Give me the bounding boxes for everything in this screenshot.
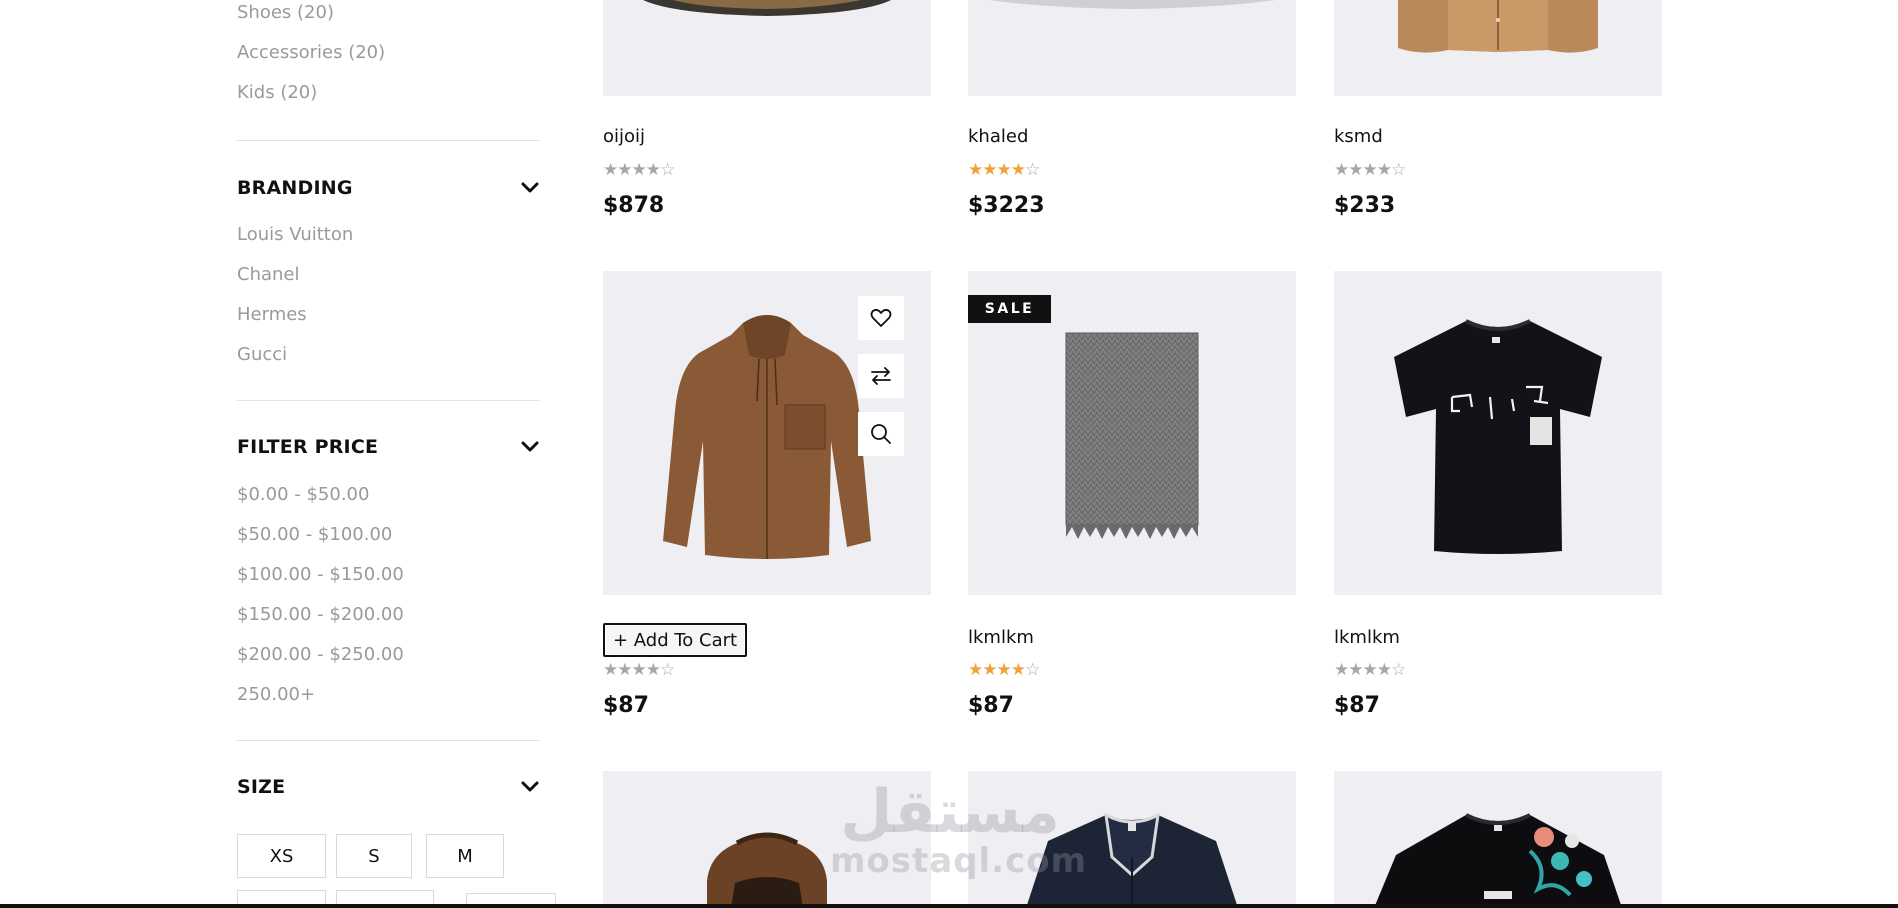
size-s-button[interactable]: S	[336, 834, 412, 878]
category-accessories[interactable]: Accessories (20)	[237, 42, 385, 63]
product-price: $3223	[968, 193, 1045, 218]
product-name[interactable]: oijoij	[603, 126, 645, 147]
floral-tshirt-image	[1374, 813, 1622, 908]
navy-polo-image	[1026, 812, 1238, 908]
rating-stars: ★★★★☆	[1334, 160, 1406, 180]
chevron-down-icon	[521, 182, 539, 193]
size-xs-button[interactable]: XS	[237, 834, 326, 878]
chevron-down-icon	[521, 781, 539, 792]
product-image[interactable]	[603, 771, 931, 908]
product-price: $87	[603, 693, 649, 718]
quick-view-button[interactable]	[858, 412, 904, 456]
brand-chanel[interactable]: Chanel	[237, 264, 300, 285]
category-shoes[interactable]: Shoes (20)	[237, 2, 334, 23]
chevron-down-icon	[521, 441, 539, 452]
bottom-border	[0, 904, 1898, 908]
compare-icon	[871, 367, 891, 385]
tan-jacket-image	[1398, 0, 1598, 53]
price-range-option[interactable]: $50.00 - $100.00	[237, 524, 392, 545]
product-image[interactable]	[968, 771, 1296, 908]
price-range-option[interactable]: $200.00 - $250.00	[237, 644, 404, 665]
brand-louis-vuitton[interactable]: Louis Vuitton	[237, 224, 353, 245]
brown-backpack-image	[707, 832, 827, 908]
brand-gucci[interactable]: Gucci	[237, 344, 287, 365]
product-name[interactable]: lkmlkm	[1334, 627, 1400, 648]
filter-price-toggle[interactable]: FILTER PRICE	[237, 435, 540, 459]
product-image[interactable]	[603, 0, 931, 96]
compare-button[interactable]	[858, 354, 904, 398]
product-name[interactable]: khaled	[968, 126, 1028, 147]
white-product-image	[988, 0, 1276, 9]
divider	[237, 400, 540, 401]
add-to-cart-button[interactable]: + Add To Cart	[603, 623, 748, 657]
price-range-option[interactable]: 250.00+	[237, 684, 315, 705]
heart-icon	[870, 308, 892, 327]
product-price: $87	[1334, 693, 1380, 718]
product-price: $87	[968, 693, 1014, 718]
product-image[interactable]	[1334, 771, 1662, 908]
product-name[interactable]: ksmd	[1334, 126, 1383, 147]
rating-stars: ★★★★☆	[968, 660, 1040, 680]
price-range-option[interactable]: $100.00 - $150.00	[237, 564, 404, 585]
price-range-option[interactable]: $0.00 - $50.00	[237, 484, 369, 505]
brand-hermes[interactable]: Hermes	[237, 304, 307, 325]
product-image[interactable]	[1334, 271, 1662, 595]
product-price: $233	[1334, 193, 1396, 218]
filter-price-title: FILTER PRICE	[237, 436, 379, 458]
black-tshirt-image	[1394, 319, 1602, 554]
divider	[237, 740, 540, 741]
size-m-button[interactable]: M	[426, 834, 504, 878]
product-name[interactable]: lkmlkm	[968, 627, 1034, 648]
branding-title: BRANDING	[237, 177, 353, 199]
rating-stars: ★★★★☆	[603, 660, 675, 680]
rating-stars: ★★★★☆	[1334, 660, 1406, 680]
wishlist-button[interactable]	[858, 296, 904, 340]
branding-toggle[interactable]: BRANDING	[237, 176, 540, 200]
size-toggle[interactable]: SIZE	[237, 775, 540, 799]
search-icon	[871, 424, 891, 444]
price-range-option[interactable]: $150.00 - $200.00	[237, 604, 404, 625]
divider	[237, 140, 540, 141]
striped-shoe-image	[643, 0, 891, 16]
product-price: $878	[603, 193, 665, 218]
rating-stars: ★★★★☆	[968, 160, 1040, 180]
product-image[interactable]	[1334, 0, 1662, 96]
size-title: SIZE	[237, 776, 286, 798]
rating-stars: ★★★★☆	[603, 160, 675, 180]
category-kids[interactable]: Kids (20)	[237, 82, 317, 103]
product-image[interactable]	[968, 0, 1296, 96]
sale-badge: SALE	[968, 295, 1051, 323]
